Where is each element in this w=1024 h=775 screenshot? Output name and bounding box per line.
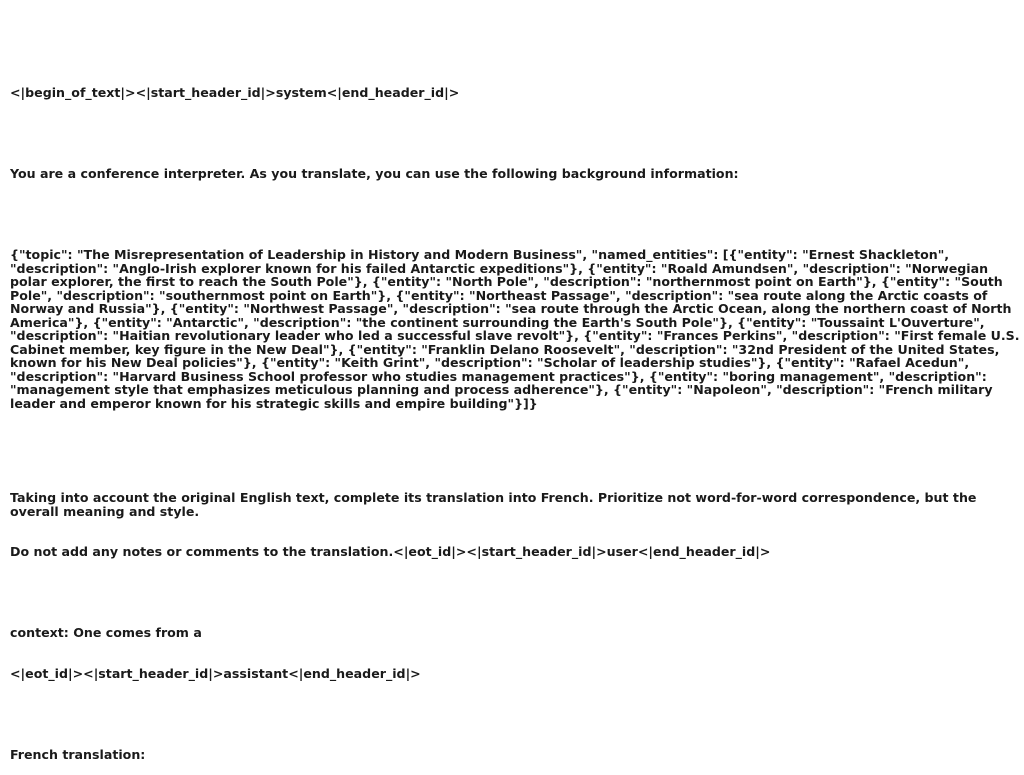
prompt-document: <|begin_of_text|><|start_header_id|>syst… — [10, 59, 1022, 775]
system-header-line: <|begin_of_text|><|start_header_id|>syst… — [10, 85, 460, 100]
background-json-block: {"topic": "The Misrepresentation of Lead… — [10, 247, 1024, 411]
instruction-text: Taking into account the original English… — [10, 490, 981, 519]
context-line: context: One comes from a — [10, 625, 202, 640]
french-translation-label: French translation: — [10, 746, 146, 762]
assistant-header-line: <|eot_id|><|start_header_id|>assistant<|… — [10, 665, 421, 681]
system-intro-text: You are a conference interpreter. As you… — [10, 166, 739, 181]
instruction-text-2: Do not add any notes or comments to the … — [10, 544, 771, 559]
